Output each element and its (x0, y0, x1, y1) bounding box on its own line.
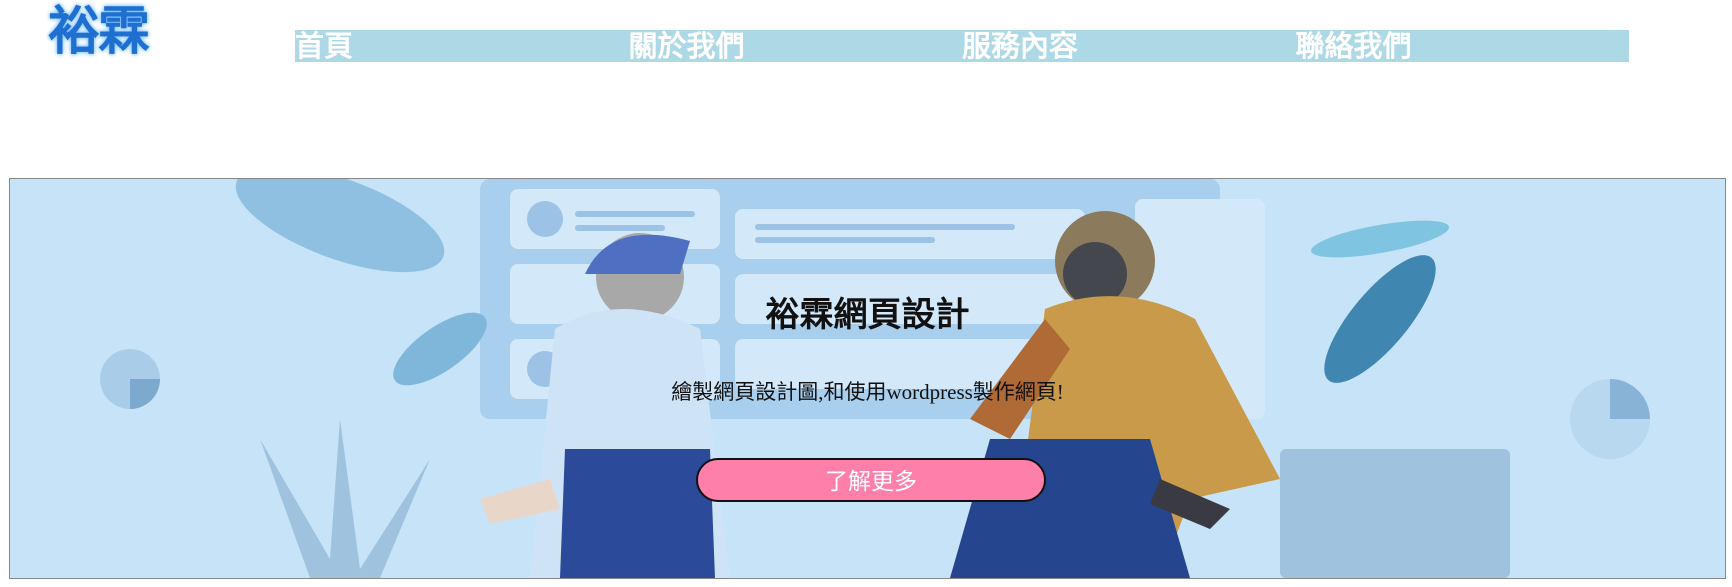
hero-subtitle: 繪製網頁設計圖,和使用wordpress製作網頁! (671, 380, 1064, 404)
nav-item-contact[interactable]: 聯絡我們 (1296, 30, 1630, 62)
nav-item-about[interactable]: 關於我們 (629, 30, 963, 62)
learn-more-button[interactable]: 了解更多 (696, 458, 1046, 502)
hero-banner: 裕霖網頁設計 繪製網頁設計圖,和使用wordpress製作網頁! 了解更多 (9, 178, 1726, 579)
hero-title: 裕霖網頁設計 (765, 295, 970, 335)
site-logo[interactable]: 裕霖 (48, 6, 150, 58)
nav-item-services[interactable]: 服務內容 (962, 30, 1296, 62)
main-nav: 首頁 關於我們 服務內容 聯絡我們 (295, 30, 1629, 62)
nav-item-home[interactable]: 首頁 (295, 30, 629, 62)
